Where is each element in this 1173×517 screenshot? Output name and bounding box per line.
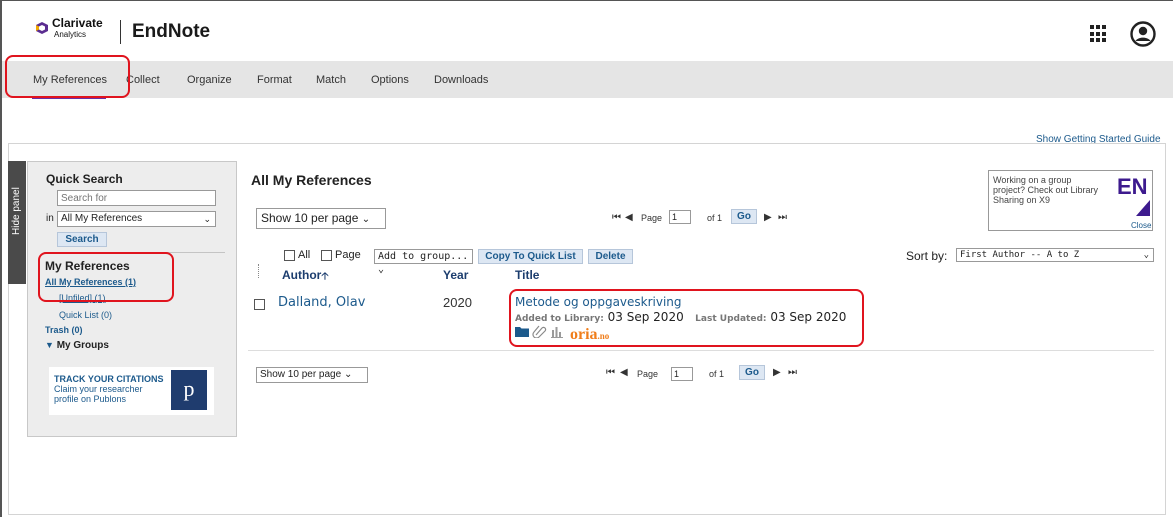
publons-line2: Claim your researcher [54, 384, 143, 394]
go-button-bottom[interactable]: Go [739, 365, 765, 380]
my-groups-label: My Groups [56, 340, 109, 351]
next-page-icon[interactable]: ▶ [764, 212, 772, 223]
endnote-logo: EN [1117, 174, 1148, 199]
sort-arrow-up-icon: 🡡 [321, 271, 329, 282]
tree-line [258, 264, 259, 278]
clarivate-logo[interactable]: Clarivate Analytics [52, 16, 103, 40]
publons-line3: profile on Publons [54, 394, 127, 404]
highlight-reference [509, 289, 864, 347]
add-to-group-value: Add to group... [378, 251, 469, 262]
page-label: Page [641, 213, 663, 223]
nav-organize[interactable]: Organize [187, 74, 232, 86]
select-page-checkbox[interactable] [321, 250, 332, 261]
last-page-icon-bottom[interactable]: ⏭ [788, 367, 797, 378]
chevron-down-icon: ⌄ [378, 264, 385, 275]
chevron-down-icon: ⌄ [361, 214, 371, 225]
per-page-value-bottom: Show 10 per page [260, 369, 342, 380]
copy-to-quick-list-button[interactable]: Copy To Quick List [478, 249, 583, 264]
first-page-icon[interactable]: ⏮ [612, 212, 621, 223]
column-author[interactable]: Author🡡 [282, 268, 329, 286]
page-count: of 1 [707, 213, 723, 223]
main-nav [2, 61, 1173, 98]
window-frame-top [0, 0, 1173, 1]
company-name: Clarivate [52, 16, 103, 30]
hide-panel-label: Hide panel [11, 187, 22, 235]
logo-separator [120, 20, 121, 44]
publons-line1: TRACK YOUR CITATIONS [54, 374, 164, 384]
nav-options[interactable]: Options [371, 74, 409, 86]
search-in-label: in [46, 213, 54, 224]
sort-by-label: Sort by: [906, 249, 948, 263]
column-year[interactable]: Year [443, 268, 468, 282]
app-title: EndNote [132, 21, 211, 42]
triangle-down-icon: ▼ [45, 340, 54, 350]
page-input[interactable]: 1 [669, 210, 691, 224]
sort-select[interactable]: First Author -- A to Z ⌄ [956, 248, 1154, 262]
prev-page-icon-bottom[interactable]: ◀ [620, 367, 628, 378]
chevron-down-icon: ⌄ [203, 214, 211, 224]
per-page-select[interactable]: Show 10 per page ⌄ [256, 208, 386, 229]
nav-match[interactable]: Match [316, 74, 346, 86]
page-input-bottom[interactable]: 1 [671, 367, 693, 381]
go-button[interactable]: Go [731, 209, 757, 224]
sort-value: First Author -- A to Z [960, 250, 1080, 260]
prev-page-icon[interactable]: ◀ [625, 212, 633, 223]
nav-collect[interactable]: Collect [126, 74, 160, 86]
search-button[interactable]: Search [57, 232, 107, 247]
page-count-bottom: of 1 [709, 369, 725, 379]
nav-format[interactable]: Format [257, 74, 292, 86]
page-title: All My References [251, 172, 372, 188]
column-title[interactable]: Title [515, 268, 539, 282]
highlight-nav-my-references [5, 55, 130, 98]
page-label-bottom: Page [637, 369, 659, 379]
publons-text: TRACK YOUR CITATIONS Claim your research… [54, 374, 164, 404]
per-page-select-bottom[interactable]: Show 10 per page ⌄ [256, 367, 368, 383]
column-author-label: Author [282, 268, 322, 282]
reference-year: 2020 [443, 295, 472, 310]
reference-checkbox[interactable] [254, 299, 265, 310]
chevron-down-icon: ⌄ [1143, 250, 1149, 260]
chevron-down-icon: ⌄ [343, 369, 353, 380]
apps-grid-icon[interactable] [1090, 25, 1108, 43]
search-scope-select[interactable]: All My References ⌄ [57, 211, 216, 227]
search-scope-value: All My References [61, 213, 143, 224]
account-icon[interactable] [1130, 21, 1156, 47]
per-page-value: Show 10 per page [261, 211, 359, 225]
quick-list-link[interactable]: Quick List (0) [59, 310, 112, 320]
reference-author[interactable]: Dalland, Olav [278, 295, 365, 310]
row-separator [248, 350, 1154, 351]
highlight-my-references [38, 252, 174, 302]
promo-close-link[interactable]: Close [1131, 221, 1151, 230]
endnote-logo-triangle [1136, 200, 1150, 216]
nav-downloads[interactable]: Downloads [434, 74, 488, 86]
publons-logo: p [171, 370, 207, 410]
quick-search-input[interactable] [57, 190, 216, 206]
quick-search-title: Quick Search [46, 172, 123, 186]
page-label-checkbox: Page [335, 249, 361, 261]
promo-text: Working on a group project? Check out Li… [993, 175, 1099, 205]
trash-link[interactable]: Trash (0) [45, 325, 83, 335]
company-sub: Analytics [54, 30, 87, 39]
my-groups-toggle[interactable]: ▼ My Groups [45, 340, 109, 351]
last-page-icon[interactable]: ⏭ [778, 212, 787, 223]
select-all-checkbox[interactable] [284, 250, 295, 261]
all-label: All [298, 249, 311, 261]
next-page-icon-bottom[interactable]: ▶ [773, 367, 781, 378]
delete-button[interactable]: Delete [588, 249, 633, 264]
clarivate-logo-icon [36, 22, 48, 34]
first-page-icon-bottom[interactable]: ⏮ [606, 367, 615, 378]
add-to-group-select[interactable]: Add to group... ⌄ [374, 249, 473, 275]
